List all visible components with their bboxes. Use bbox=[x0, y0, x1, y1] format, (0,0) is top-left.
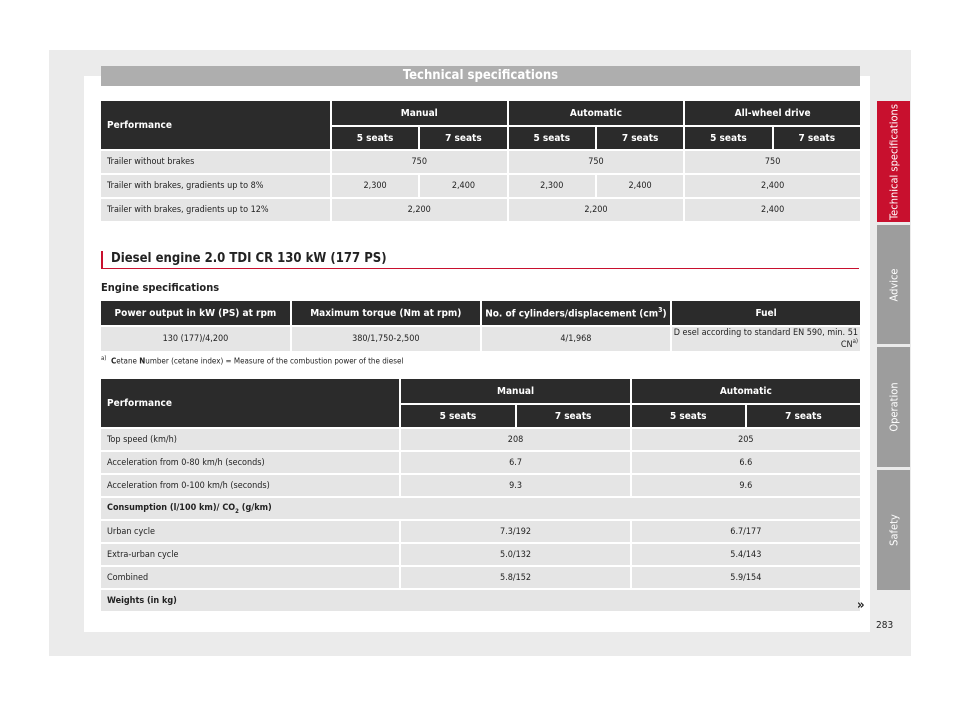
header-seats: 7 seats bbox=[596, 127, 684, 149]
header-performance: Performance bbox=[101, 101, 330, 149]
header-seats: 5 seats bbox=[631, 405, 745, 427]
cell: 4/1,968 bbox=[481, 327, 671, 351]
header-seats: 7 seats bbox=[746, 405, 860, 427]
cell: 6.6 bbox=[631, 452, 860, 473]
row-label: Trailer with brakes, gradients up to 8% bbox=[101, 175, 330, 197]
cell: 380/1,750-2,500 bbox=[291, 327, 480, 351]
cell: 2,200 bbox=[331, 199, 507, 221]
cell: 5.8/152 bbox=[401, 567, 630, 588]
header-power: Power output in kW (PS) at rpm bbox=[101, 301, 290, 325]
header-automatic: Automatic bbox=[508, 101, 684, 125]
header-fuel: Fuel bbox=[672, 301, 860, 325]
header-performance: Performance bbox=[101, 379, 400, 427]
cell: 6.7 bbox=[401, 452, 630, 473]
cell: 750 bbox=[331, 151, 507, 173]
row-label: Acceleration from 0-80 km/h (seconds) bbox=[101, 452, 400, 473]
cell: 5.0/132 bbox=[401, 544, 630, 565]
cell: 2,200 bbox=[508, 199, 684, 221]
tab-technical-specifications[interactable]: Technical specifications bbox=[877, 101, 910, 222]
cell: 750 bbox=[508, 151, 684, 173]
engine-specs-table: Power output in kW (PS) at rpm Maximum t… bbox=[99, 299, 862, 353]
row-label: Trailer with brakes, gradients up to 12% bbox=[101, 199, 330, 221]
table-row: Trailer without brakes 750 750 750 bbox=[101, 151, 860, 173]
cell: 2,300 bbox=[508, 175, 595, 197]
row-label: Trailer without brakes bbox=[101, 151, 330, 173]
table-row: 130 (177)/4,200 380/1,750-2,500 4/1,968 … bbox=[101, 327, 860, 351]
section-title: Diesel engine 2.0 TDI CR 130 kW (177 PS) bbox=[101, 251, 859, 269]
table-row: Trailer with brakes, gradients up to 12%… bbox=[101, 199, 860, 221]
row-label: Extra-urban cycle bbox=[101, 544, 400, 565]
cell: 750 bbox=[685, 151, 860, 173]
weights-heading: Weights (in kg) bbox=[101, 590, 860, 611]
cell: 2,400 bbox=[596, 175, 684, 197]
cell: 2,300 bbox=[331, 175, 419, 197]
cell: 6.7/177 bbox=[631, 521, 860, 542]
engine-specs-title: Engine specifications bbox=[101, 281, 220, 294]
table-row: Combined 5.8/152 5.9/154 bbox=[101, 567, 860, 588]
tab-safety[interactable]: Safety bbox=[877, 470, 910, 590]
table-row-heading: Weights (in kg) bbox=[101, 590, 860, 611]
header-seats: 7 seats bbox=[773, 127, 860, 149]
header-seats: 5 seats bbox=[685, 127, 772, 149]
cell: 5.9/154 bbox=[631, 567, 860, 588]
row-label: Top speed (km/h) bbox=[101, 429, 400, 450]
towing-table: Performance Manual Automatic All-wheel d… bbox=[99, 99, 862, 223]
table-row: Trailer with brakes, gradients up to 8% … bbox=[101, 175, 860, 197]
header-torque: Maximum torque (Nm at rpm) bbox=[291, 301, 480, 325]
page-title: Technical specifications bbox=[101, 66, 860, 86]
cell: D esel according to standard EN 590, min… bbox=[672, 327, 860, 351]
footnote: a) Cetane Number (cetane index) = Measur… bbox=[101, 355, 404, 366]
performance-table: Performance Manual Automatic 5 seats 7 s… bbox=[99, 377, 862, 613]
cell: 9.6 bbox=[631, 475, 860, 496]
table-row: Top speed (km/h) 208 205 bbox=[101, 429, 860, 450]
page-number: 283 bbox=[876, 620, 894, 631]
header-seats: 7 seats bbox=[420, 127, 507, 149]
header-manual: Manual bbox=[401, 379, 630, 403]
cell: 5.4/143 bbox=[631, 544, 860, 565]
row-label: Urban cycle bbox=[101, 521, 400, 542]
header-seats: 5 seats bbox=[401, 405, 515, 427]
tab-advice[interactable]: Advice bbox=[877, 225, 910, 344]
cell: 2,400 bbox=[420, 175, 507, 197]
cell: 2,400 bbox=[685, 175, 860, 197]
header-seats: 5 seats bbox=[508, 127, 595, 149]
header-manual: Manual bbox=[331, 101, 507, 125]
cell: 205 bbox=[631, 429, 860, 450]
table-row: Urban cycle 7.3/192 6.7/177 bbox=[101, 521, 860, 542]
header-automatic: Automatic bbox=[631, 379, 860, 403]
continue-icon: » bbox=[857, 598, 865, 613]
header-all-wheel-drive: All-wheel drive bbox=[685, 101, 860, 125]
cell: 7.3/192 bbox=[401, 521, 630, 542]
header-seats: 5 seats bbox=[331, 127, 419, 149]
cell: 9.3 bbox=[401, 475, 630, 496]
consumption-heading: Consumption (l/100 km)/ CO2 (g/km) bbox=[101, 498, 860, 519]
table-row: Acceleration from 0-100 km/h (seconds) 9… bbox=[101, 475, 860, 496]
row-label: Combined bbox=[101, 567, 400, 588]
cell: 208 bbox=[401, 429, 630, 450]
table-row: Extra-urban cycle 5.0/132 5.4/143 bbox=[101, 544, 860, 565]
table-row-heading: Consumption (l/100 km)/ CO2 (g/km) bbox=[101, 498, 860, 519]
header-cylinders: No. of cylinders/displacement (cm3) bbox=[481, 301, 671, 325]
cell: 2,400 bbox=[685, 199, 860, 221]
table-row: Acceleration from 0-80 km/h (seconds) 6.… bbox=[101, 452, 860, 473]
tab-operation[interactable]: Operation bbox=[877, 347, 910, 467]
cell: 130 (177)/4,200 bbox=[101, 327, 290, 351]
header-seats: 7 seats bbox=[516, 405, 630, 427]
row-label: Acceleration from 0-100 km/h (seconds) bbox=[101, 475, 400, 496]
